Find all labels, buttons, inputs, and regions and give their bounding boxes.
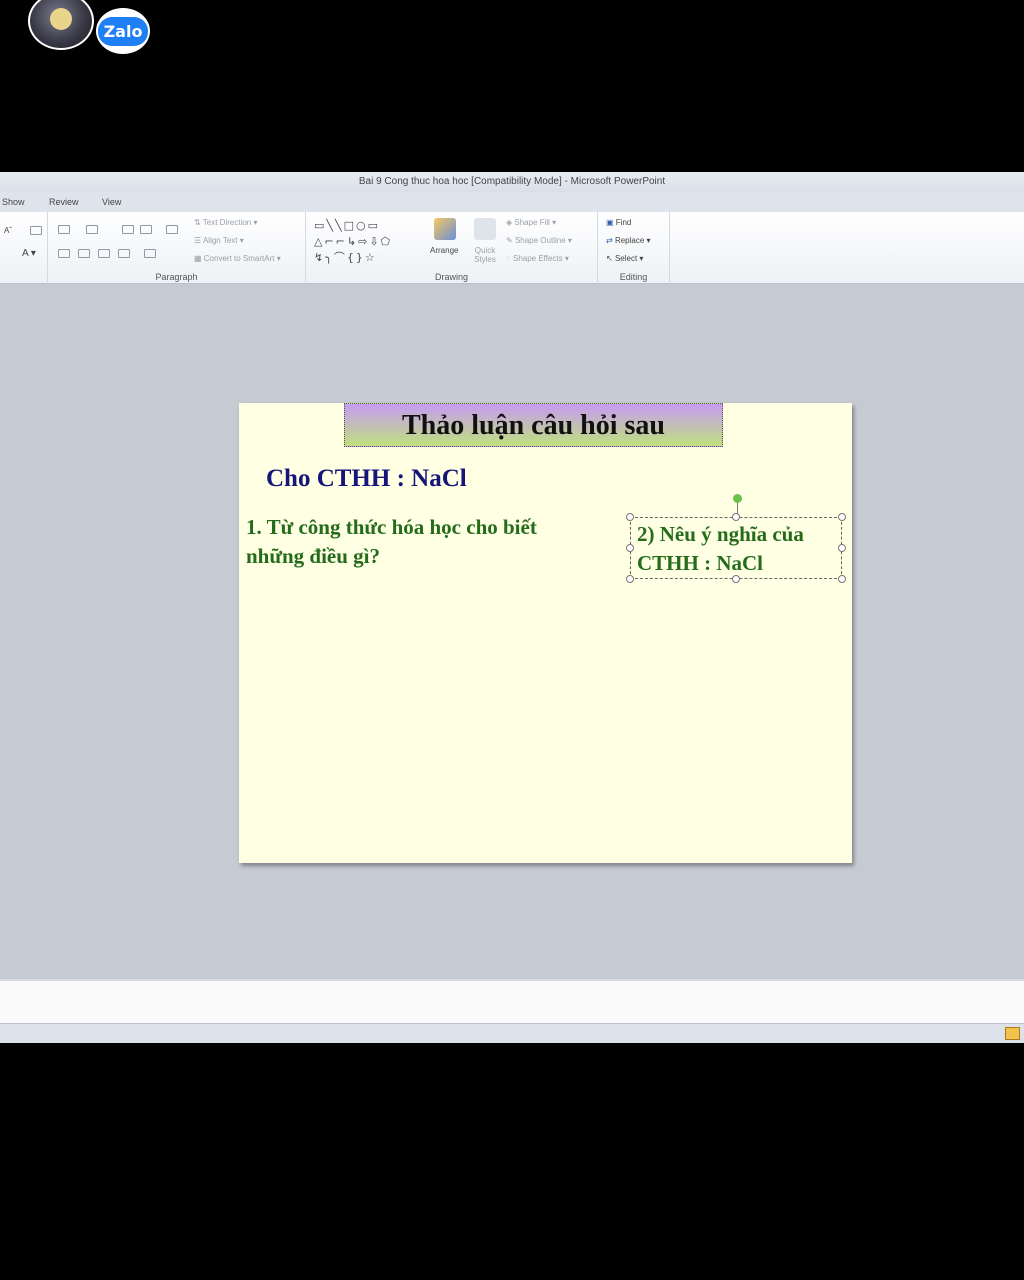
view-button-icon[interactable] [1005,1027,1020,1040]
numbering-icon[interactable] [86,225,98,234]
drawing-group-label: Drawing [434,272,468,282]
shape-outline-label: Shape Outline [514,236,566,245]
tab-slide-show[interactable]: Show [2,197,25,207]
status-bar [0,1023,1024,1043]
justify-icon[interactable] [118,249,130,258]
drawing-group: ▭╲╲□○▭ △⌐⌐↳⇨⇩⬠ ↯╮⌒{}☆ Arrange Quick Styles… [306,212,598,284]
quick-styles-label[interactable]: Quick Styles [470,246,500,264]
replace-label: Replace [614,236,645,245]
question-2[interactable]: 2) Nêu ý nghĩa của CTHH : NaCl [637,520,837,578]
zalo-logo: Zalo [96,8,150,54]
resize-handle-bottom-left[interactable] [626,575,634,583]
find-label: Find [615,218,632,227]
select-button[interactable]: ↖ Select ▾ [606,254,643,263]
tab-view[interactable]: View [102,197,121,207]
notes-pane[interactable] [0,979,1024,1023]
smartart-icon: ▦ [194,254,204,263]
question-1[interactable]: 1. Từ công thức hóa học cho biết những đ… [246,513,586,571]
resize-handle-top-left[interactable] [626,513,634,521]
slide-title[interactable]: Thảo luận câu hỏi sau [344,403,723,447]
align-text-button[interactable]: ☰ Align Text ▾ [194,236,244,245]
shape-outline-icon: ✎ [506,236,515,245]
convert-smartart-label: Convert to SmartArt [203,254,275,263]
shrink-font-icon[interactable]: A˘ [4,226,12,235]
slide-workspace[interactable]: Thảo luận câu hỏi sau Cho CTHH : NaCl 1.… [0,284,1024,979]
quick-styles-icon[interactable] [474,218,496,240]
text-direction-label: Text Direction [202,218,252,227]
line-spacing-icon[interactable] [166,225,178,234]
paragraph-group-label: Paragraph [155,272,198,282]
resize-handle-left[interactable] [626,544,634,552]
convert-smartart-button[interactable]: ▦ Convert to SmartArt ▾ [194,254,281,263]
shape-effects-label: Shape Effects [512,254,563,263]
font-group-partial: A˘ A ▾ [0,212,48,284]
resize-handle-bottom-right[interactable] [838,575,846,583]
slide[interactable]: Thảo luận câu hỏi sau Cho CTHH : NaCl 1.… [239,403,852,863]
ribbon: A˘ A ▾ ⇅ Text Direction ▾ ☰ Align Text ▾… [0,212,1024,284]
replace-icon: ⇄ [606,236,615,245]
ribbon-tabs: Show Review View [0,192,1024,212]
selected-textbox[interactable]: 2) Nêu ý nghĩa của CTHH : NaCl [626,494,846,583]
shape-effects-icon: ◌ [506,254,513,263]
rotation-handle[interactable] [733,494,742,503]
tab-review[interactable]: Review [49,197,79,207]
arrange-label[interactable]: Arrange [430,246,458,255]
resize-handle-top-right[interactable] [838,513,846,521]
shape-fill-label: Shape Fill [514,218,550,227]
resize-handle-right[interactable] [838,544,846,552]
shapes-gallery[interactable]: ▭╲╲□○▭ △⌐⌐↳⇨⇩⬠ ↯╮⌒{}☆ [314,218,422,268]
shape-fill-button[interactable]: ◈ Shape Fill ▾ [506,218,556,227]
columns-icon[interactable] [144,249,156,258]
zalo-logo-text: Zalo [97,16,149,46]
shape-effects-button[interactable]: ◌ Shape Effects ▾ [506,254,569,263]
align-text-icon: ☰ [194,236,203,245]
clear-format-icon[interactable] [30,226,42,235]
text-direction-button[interactable]: ⇅ Text Direction ▾ [194,218,258,227]
bullets-icon[interactable] [58,225,70,234]
shape-outline-button[interactable]: ✎ Shape Outline ▾ [506,236,572,245]
editing-group-label: Editing [619,272,648,282]
cursor-icon: ↖ [606,254,615,263]
arrange-icon[interactable] [434,218,456,240]
align-left-icon[interactable] [58,249,70,258]
select-label: Select [614,254,638,263]
avatar [28,0,94,50]
editing-group: ▣ Find ⇄ Replace ▾ ↖ Select ▾ Editing [598,212,670,284]
find-button[interactable]: ▣ Find [606,218,631,227]
binoculars-icon: ▣ [606,218,616,227]
avatar-face [50,8,72,30]
align-right-icon[interactable] [98,249,110,258]
window-title: Bai 9 Cong thuc hoa hoc [Compatibility M… [0,172,1024,192]
align-text-label: Align Text [202,236,238,245]
slide-subtitle[interactable]: Cho CTHH : NaCl [266,465,467,493]
text-direction-icon: ⇅ [194,218,203,227]
replace-button[interactable]: ⇄ Replace ▾ [606,236,651,245]
font-color-icon[interactable]: A ▾ [22,248,36,259]
align-center-icon[interactable] [78,249,90,258]
decrease-indent-icon[interactable] [122,225,134,234]
increase-indent-icon[interactable] [140,225,152,234]
powerpoint-window: Bai 9 Cong thuc hoa hoc [Compatibility M… [0,172,1024,1043]
paragraph-group: ⇅ Text Direction ▾ ☰ Align Text ▾ ▦ Conv… [48,212,306,284]
